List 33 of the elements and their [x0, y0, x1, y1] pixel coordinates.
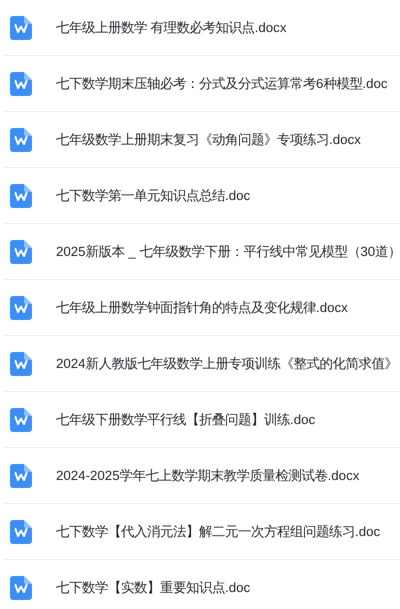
file-name: 七年级下册数学平行线【折叠问题】训练.doc — [56, 410, 316, 428]
file-name: 七年级上册数学钟面指针角的特点及变化规律.docx — [56, 298, 348, 316]
file-item[interactable]: 七下数学第一单元知识点总结.doc — [3, 168, 400, 224]
file-item[interactable]: 七年级上册数学 有理数必考知识点.docx — [3, 0, 400, 56]
file-name: 2024新人教版七年级数学上册专项训练《整式的化简求值》 — [56, 354, 398, 372]
file-item[interactable]: 七年级下册数学平行线【折叠问题】训练.doc — [3, 392, 400, 448]
file-name: 七下数学第一单元知识点总结.doc — [56, 186, 250, 204]
word-document-icon — [10, 240, 32, 264]
file-item[interactable]: 七下数学期末压轴必考：分式及分式运算常考6种模型.doc — [3, 56, 400, 112]
file-name: 2025新版本 _ 七年级数学下册：平行线中常见模型（30道） — [56, 242, 400, 260]
word-document-icon — [10, 408, 32, 432]
word-document-icon — [10, 520, 32, 544]
file-name: 七年级数学上册期末复习《动角问题》专项练习.docx — [56, 130, 361, 148]
word-document-icon — [10, 296, 32, 320]
file-item[interactable]: 七年级上册数学钟面指针角的特点及变化规律.docx — [3, 280, 400, 336]
file-item[interactable]: 七年级数学上册期末复习《动角问题》专项练习.docx — [3, 112, 400, 168]
word-document-icon — [10, 72, 32, 96]
file-name: 七下数学【代入消元法】解二元一次方程组问题练习.doc — [56, 522, 380, 540]
word-document-icon — [10, 16, 32, 40]
word-document-icon — [10, 352, 32, 376]
word-document-icon — [10, 128, 32, 152]
file-name: 七下数学期末压轴必考：分式及分式运算常考6种模型.doc — [56, 74, 388, 92]
file-item[interactable]: 2024新人教版七年级数学上册专项训练《整式的化简求值》 — [3, 336, 400, 392]
file-name: 七年级上册数学 有理数必考知识点.docx — [56, 18, 286, 36]
word-document-icon — [10, 184, 32, 208]
word-document-icon — [10, 576, 32, 600]
file-item[interactable]: 2024-2025学年七上数学期末教学质量检测试卷.docx — [3, 448, 400, 504]
file-item[interactable]: 七下数学【实数】重要知识点.doc — [3, 560, 400, 609]
file-item[interactable]: 2025新版本 _ 七年级数学下册：平行线中常见模型（30道） — [3, 224, 400, 280]
word-document-icon — [10, 464, 32, 488]
file-name: 2024-2025学年七上数学期末教学质量检测试卷.docx — [56, 466, 360, 484]
file-name: 七下数学【实数】重要知识点.doc — [56, 578, 250, 596]
file-item[interactable]: 七下数学【代入消元法】解二元一次方程组问题练习.doc — [3, 504, 400, 560]
